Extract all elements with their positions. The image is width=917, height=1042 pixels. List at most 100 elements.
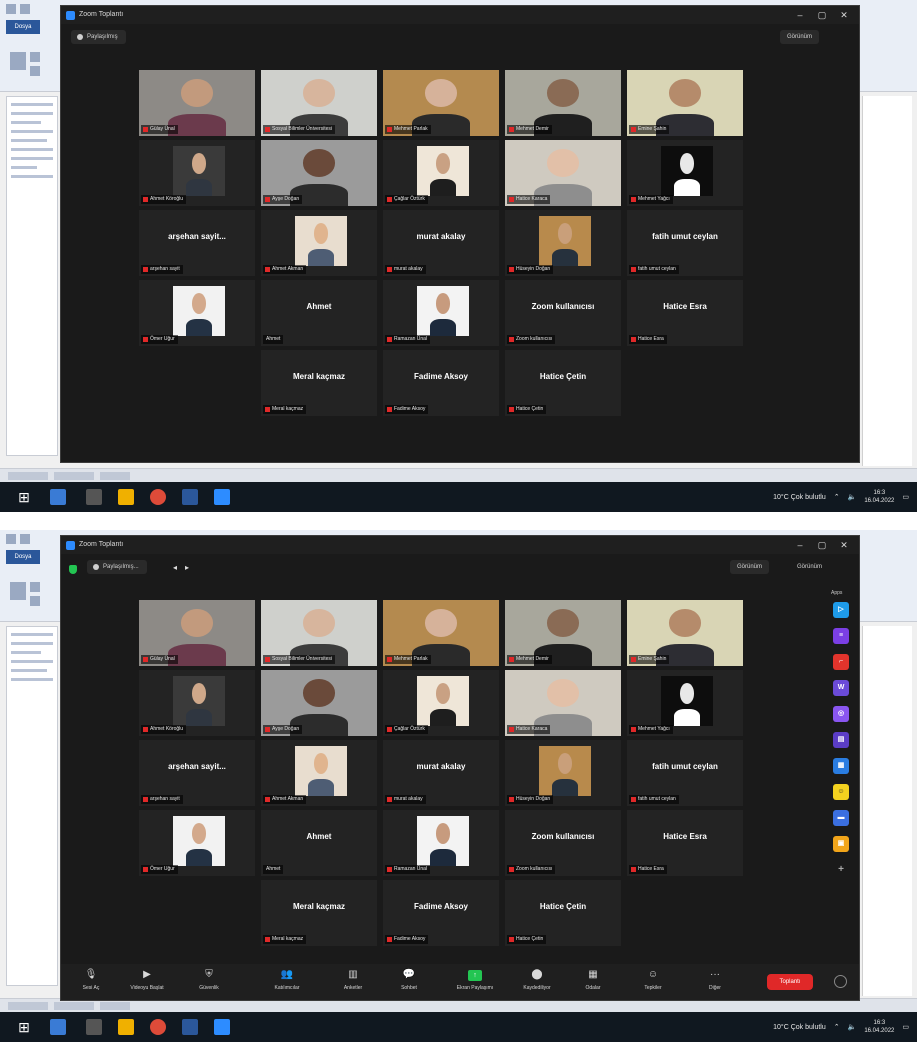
participant-tile[interactable]: fatih umut ceylan fatih umut ceylan: [627, 740, 743, 806]
participant-tile[interactable]: Ahmet Akman: [261, 210, 377, 276]
undo-icon[interactable]: [20, 534, 30, 544]
app-icon-4[interactable]: W: [833, 680, 849, 696]
minimize-icon[interactable]: –: [789, 6, 811, 24]
network-icon[interactable]: ⌃: [834, 493, 840, 501]
save-icon[interactable]: [6, 534, 16, 544]
app-icon-5[interactable]: ◎: [833, 706, 849, 722]
search-icon[interactable]: [50, 1019, 66, 1035]
toolbar-chat[interactable]: 💬 Sohbet: [379, 968, 439, 991]
weather-widget[interactable]: 10°C Çok bulutlu: [773, 494, 826, 501]
participant-tile[interactable]: murat akalay murat akalay: [383, 210, 499, 276]
participant-tile[interactable]: Mehmet Demir: [505, 70, 621, 136]
participant-tile[interactable]: Meral kaçmaz Meral kaçmaz: [261, 350, 377, 416]
participant-tile[interactable]: Hatice Karaca: [505, 140, 621, 206]
taskview-icon[interactable]: [86, 489, 102, 505]
cut-icon[interactable]: [30, 582, 40, 592]
page-next-icon[interactable]: ▸: [185, 563, 189, 572]
security-shield-icon[interactable]: [69, 565, 77, 574]
search-icon[interactable]: [50, 489, 66, 505]
page-prev-icon[interactable]: ◂: [173, 563, 177, 572]
toolbar-participants[interactable]: 👥 Katılımcılar: [257, 968, 317, 991]
toolbar-microphone[interactable]: 🎙 Sesi Aç: [61, 968, 121, 991]
app-icon-1[interactable]: ▷: [833, 602, 849, 618]
taskview-icon[interactable]: [86, 1019, 102, 1035]
weather-widget[interactable]: 10°C Çok bulutlu: [773, 1024, 826, 1031]
windows-start-icon[interactable]: ⊞: [16, 489, 32, 505]
copy-icon[interactable]: [30, 66, 40, 76]
participant-tile[interactable]: Fadime Aksoy Fadime Aksoy: [383, 350, 499, 416]
participant-tile[interactable]: Ömer Uğur: [139, 280, 255, 346]
app-icon-10[interactable]: ▣: [833, 836, 849, 852]
word-file-tab[interactable]: Dosya: [6, 20, 40, 34]
cut-icon[interactable]: [30, 52, 40, 62]
close-icon[interactable]: ✕: [833, 536, 855, 554]
participant-tile[interactable]: Emine Şahin: [627, 600, 743, 666]
paste-icon[interactable]: [10, 52, 26, 70]
notifications-icon[interactable]: ▭: [902, 1023, 909, 1031]
maximize-icon[interactable]: ▢: [811, 536, 833, 554]
participant-tile[interactable]: Fadime Aksoy Fadime Aksoy: [383, 880, 499, 946]
participant-tile[interactable]: Meral kaçmaz Meral kaçmaz: [261, 880, 377, 946]
close-icon[interactable]: ✕: [833, 6, 855, 24]
document-page[interactable]: [862, 96, 912, 466]
toolbar-reactions[interactable]: ☺ Tepkiler: [623, 968, 683, 991]
zoom-taskbar-icon[interactable]: [214, 489, 230, 505]
add-app-icon[interactable]: +: [833, 862, 849, 878]
participant-tile[interactable]: Ahmet Ahmet: [261, 280, 377, 346]
participant-tile[interactable]: Hatice Çetin Hatice Çetin: [505, 350, 621, 416]
view-button[interactable]: Görünüm: [729, 560, 769, 574]
app-icon-7[interactable]: ▦: [833, 758, 849, 774]
copy-icon[interactable]: [30, 596, 40, 606]
toolbar-more[interactable]: ··· Diğer: [685, 968, 745, 991]
toolbar-polls[interactable]: ▥ Anketler: [323, 968, 383, 991]
participant-tile[interactable]: Emine Şahin: [627, 70, 743, 136]
app-icon-8[interactable]: ☺: [833, 784, 849, 800]
participant-tile[interactable]: Ahmet Akman: [261, 740, 377, 806]
toolbar-breakout[interactable]: ▦ Odalar: [563, 968, 623, 991]
file-explorer-icon[interactable]: [118, 489, 134, 505]
file-explorer-icon[interactable]: [118, 1019, 134, 1035]
minimize-icon[interactable]: –: [789, 536, 811, 554]
view-button[interactable]: Görünüm: [779, 30, 819, 44]
participant-tile[interactable]: Mehmet Yağcı: [627, 670, 743, 736]
app-icon-6[interactable]: ▤: [833, 732, 849, 748]
participant-tile[interactable]: Hatice Çetin Hatice Çetin: [505, 880, 621, 946]
participant-tile[interactable]: Mehmet Demir: [505, 600, 621, 666]
participant-tile[interactable]: Mehmet Parlak: [383, 70, 499, 136]
save-icon[interactable]: [6, 4, 16, 14]
participant-tile[interactable]: Ramazan Ünal: [383, 280, 499, 346]
app-icon-2[interactable]: ≡: [833, 628, 849, 644]
participant-tile[interactable]: Çağlar Öztürk: [383, 670, 499, 736]
participant-tile[interactable]: arşehan sayit... arşehan sayit: [139, 740, 255, 806]
participant-tile[interactable]: Hatice Esra Hatice Esra: [627, 810, 743, 876]
participant-tile[interactable]: arşehan sayit... arşehan sayit: [139, 210, 255, 276]
volume-icon[interactable]: 🔈: [848, 493, 857, 501]
participant-tile[interactable]: Sosyal Bilimler Üniversitesi: [261, 600, 377, 666]
participant-tile[interactable]: Sosyal Bilimler Üniversitesi: [261, 70, 377, 136]
participant-tile[interactable]: Ramazan Ünal: [383, 810, 499, 876]
notifications-icon[interactable]: ▭: [902, 493, 909, 501]
participant-tile[interactable]: Ahmet Köroğlu: [139, 670, 255, 736]
app-icon-3[interactable]: ⌐: [833, 654, 849, 670]
network-icon[interactable]: ⌃: [834, 1023, 840, 1031]
participant-tile[interactable]: Hüseyin Doğan: [505, 740, 621, 806]
toolbar-share-screen[interactable]: ↑ Ekran Paylaşımı: [445, 968, 505, 991]
participant-tile[interactable]: Zoom kullanıcısı Zoom kullanıcısı: [505, 280, 621, 346]
toolbar-record[interactable]: ⬤ Kaydediliyor: [507, 968, 567, 991]
clock[interactable]: 16:3 16.04.2022: [864, 489, 894, 505]
document-page[interactable]: [862, 626, 912, 996]
participant-tile[interactable]: Mehmet Yağcı: [627, 140, 743, 206]
chrome-icon[interactable]: [150, 1019, 166, 1035]
participant-tile[interactable]: Ayşe Doğan: [261, 140, 377, 206]
participant-tile[interactable]: Ahmet Ahmet: [261, 810, 377, 876]
participant-tile[interactable]: Hüseyin Doğan: [505, 210, 621, 276]
clock[interactable]: 16:3 16.04.2022: [864, 1019, 894, 1035]
participant-tile[interactable]: murat akalay murat akalay: [383, 740, 499, 806]
chrome-icon[interactable]: [150, 489, 166, 505]
volume-icon[interactable]: 🔈: [848, 1023, 857, 1031]
participant-tile[interactable]: Gülay Ünal: [139, 70, 255, 136]
zoom-taskbar-icon[interactable]: [214, 1019, 230, 1035]
settings-icon[interactable]: [834, 975, 847, 988]
participant-tile[interactable]: fatih umut ceylan fatih umut ceylan: [627, 210, 743, 276]
toolbar-security[interactable]: ⛨ Güvenlik: [179, 968, 239, 991]
